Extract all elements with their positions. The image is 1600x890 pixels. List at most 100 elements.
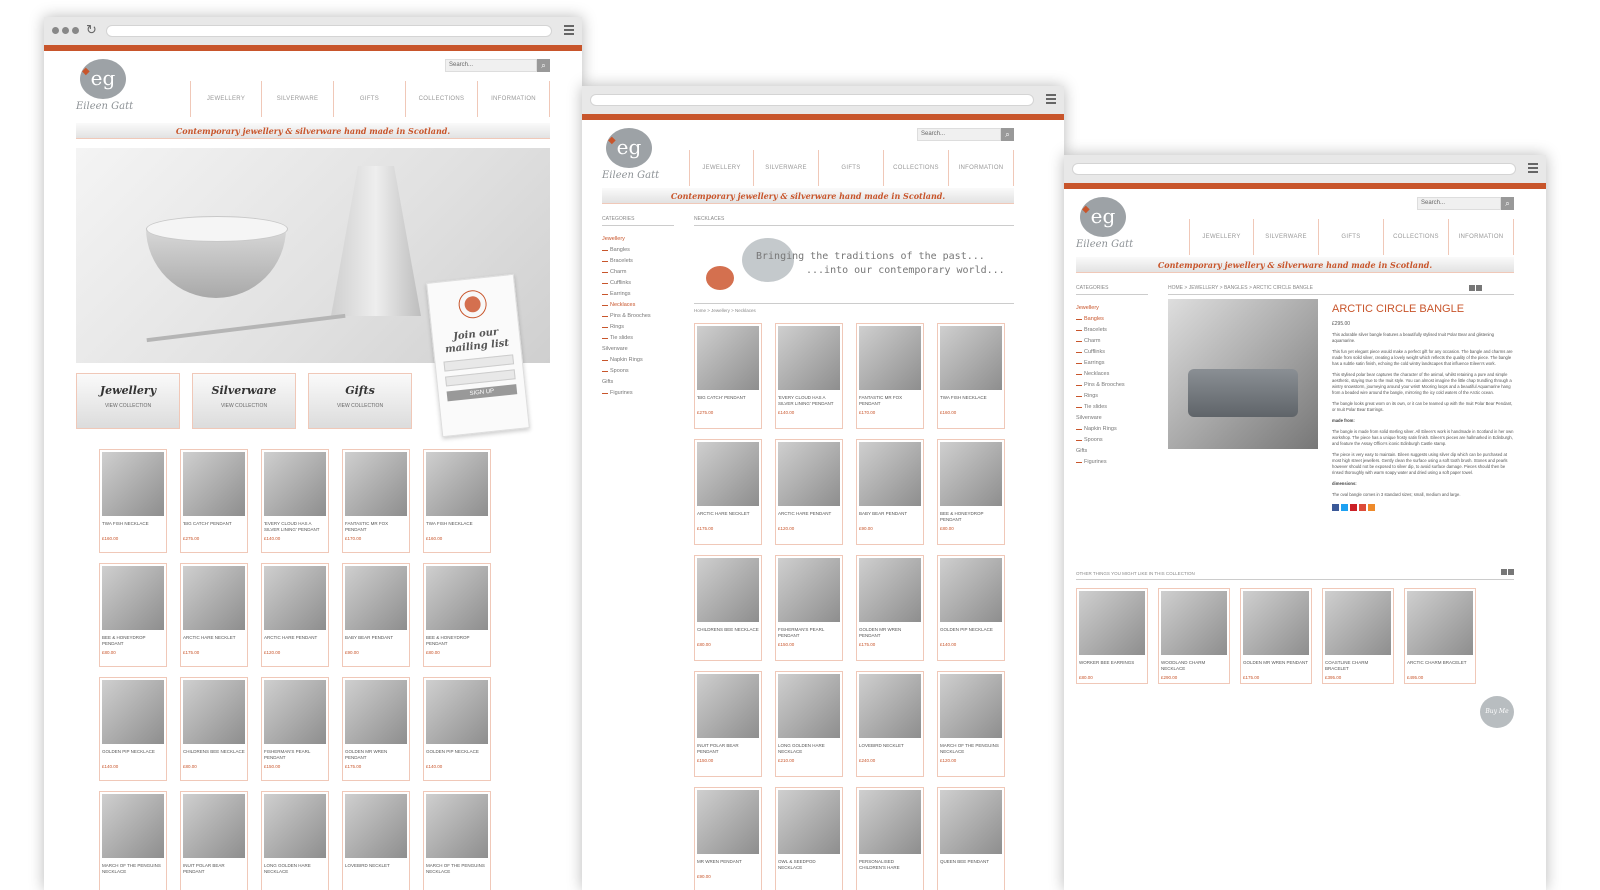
sidebar-item-napkin-rings[interactable]: Napkin Rings: [602, 355, 674, 366]
reload-icon[interactable]: ↻: [86, 23, 97, 38]
product-thumbnail[interactable]: [778, 326, 840, 390]
product-thumbnail[interactable]: [940, 674, 1002, 738]
product-card[interactable]: LONG GOLDEN HARE NECKLACE £210.00: [775, 671, 843, 777]
product-thumbnail[interactable]: [697, 326, 759, 390]
product-thumbnail[interactable]: [102, 794, 164, 858]
product-thumbnail[interactable]: [697, 790, 759, 854]
product-card[interactable]: GOLDEN MR WREN PENDANT £175.00: [1240, 588, 1312, 684]
product-card[interactable]: BEE & HONEYDROP PENDANT £80.00: [423, 563, 491, 667]
product-thumbnail[interactable]: [264, 680, 326, 744]
product-thumbnail[interactable]: [859, 674, 921, 738]
product-name[interactable]: FISHERMAN'S PEARL PENDANT: [264, 749, 326, 761]
product-card[interactable]: CHILDRENS BEE NECKLACE £80.00: [180, 677, 248, 781]
search-input[interactable]: Search...: [445, 59, 537, 72]
product-thumbnail[interactable]: [345, 566, 407, 630]
product-thumbnail[interactable]: [426, 452, 488, 516]
product-thumbnail[interactable]: [102, 452, 164, 516]
hamburger-menu-icon[interactable]: [1046, 94, 1056, 104]
product-name[interactable]: FISHERMAN'S PEARL PENDANT: [778, 627, 840, 639]
product-card[interactable]: 'BIG CATCH' PENDANT £275.00: [180, 449, 248, 553]
product-card[interactable]: ARCTIC HARE PENDANT £120.00: [261, 563, 329, 667]
product-card[interactable]: MARCH OF THE PENGUINS NECKLACE: [423, 791, 491, 890]
site-logo[interactable]: ◆ eg Eileen Gatt: [76, 59, 136, 112]
product-card[interactable]: WORKER BEE EARRINGS £80.00: [1076, 588, 1148, 684]
product-thumbnail[interactable]: [183, 794, 245, 858]
product-thumbnail[interactable]: [345, 452, 407, 516]
sidebar-item-bracelets[interactable]: Bracelets: [602, 256, 674, 267]
product-card[interactable]: COASTLINE CHARM BRACELET £395.00: [1322, 588, 1394, 684]
product-thumbnail[interactable]: [426, 794, 488, 858]
category-tile-silverware[interactable]: Silverware VIEW COLLECTION: [192, 373, 296, 429]
product-name[interactable]: GOLDEN MR WREN PENDANT: [345, 749, 407, 761]
product-thumbnail[interactable]: [697, 442, 759, 506]
sidebar-item-pins-brooches[interactable]: Pins & Brooches: [1076, 380, 1148, 391]
product-name[interactable]: FANTASTIC MR FOX PENDANT: [859, 395, 921, 407]
product-thumbnail[interactable]: [426, 566, 488, 630]
prev-arrow-icon[interactable]: [1469, 285, 1475, 291]
product-thumbnail[interactable]: [778, 442, 840, 506]
product-card[interactable]: FANTASTIC MR FOX PENDANT £170.00: [342, 449, 410, 553]
sidebar-item-pins-brooches[interactable]: Pins & Brooches: [602, 311, 674, 322]
nav-silverware[interactable]: SILVERWARE: [262, 81, 334, 117]
sidebar-item-jewellery[interactable]: Jewellery: [602, 234, 674, 245]
sidebar-item-figurines[interactable]: Figurines: [1076, 457, 1148, 468]
product-name[interactable]: PERSONALISED CHILDREN'S HARE NECKLACE: [859, 859, 921, 871]
search-icon[interactable]: ⌕: [537, 59, 550, 72]
sidebar-item-gifts[interactable]: Gifts: [1076, 446, 1148, 457]
sidebar-item-earrings[interactable]: Earrings: [1076, 358, 1148, 369]
product-thumbnail[interactable]: [859, 790, 921, 854]
nav-collections[interactable]: COLLECTIONS: [406, 81, 478, 117]
search-icon[interactable]: ⌕: [1001, 128, 1014, 141]
product-card[interactable]: BABY BEAR PENDANT £90.00: [856, 439, 924, 545]
product-thumbnail[interactable]: [940, 442, 1002, 506]
search-icon[interactable]: ⌕: [1501, 197, 1514, 210]
product-card[interactable]: TWA FISH NECKLACE £160.00: [99, 449, 167, 553]
address-bar[interactable]: [590, 94, 1034, 106]
product-thumbnail[interactable]: [345, 794, 407, 858]
mailing-name-field[interactable]: [443, 354, 515, 372]
product-card[interactable]: 'EVERY CLOUD HAS A SILVER LINING' PENDAN…: [775, 323, 843, 429]
product-name[interactable]: LOVEBIRD NECKLET: [345, 863, 407, 875]
product-card[interactable]: GOLDEN PIP NECKLACE £140.00: [937, 555, 1005, 661]
nav-gifts[interactable]: GIFTS: [819, 150, 884, 186]
buy-me-button[interactable]: Buy Me: [1480, 696, 1514, 728]
product-card[interactable]: GOLDEN MR WREN PENDANT £175.00: [342, 677, 410, 781]
product-thumbnail[interactable]: [940, 790, 1002, 854]
product-card[interactable]: BEE & HONEYDROP PENDANT £80.00: [99, 563, 167, 667]
sidebar-item-charm[interactable]: Charm: [602, 267, 674, 278]
sidebar-item-napkin-rings[interactable]: Napkin Rings: [1076, 424, 1148, 435]
product-name[interactable]: BEE & HONEYDROP PENDANT: [102, 635, 164, 647]
address-bar[interactable]: [1072, 163, 1516, 175]
nav-information[interactable]: INFORMATION: [478, 81, 550, 117]
product-name[interactable]: GOLDEN PIP NECKLACE: [426, 749, 488, 761]
product-thumbnail[interactable]: [1161, 591, 1227, 655]
next-arrow-icon[interactable]: [1476, 285, 1482, 291]
product-name[interactable]: LONG GOLDEN HARE NECKLACE: [264, 863, 326, 875]
product-name[interactable]: BEE & HONEYDROP PENDANT: [426, 635, 488, 647]
product-card[interactable]: CHILDRENS BEE NECKLACE £80.00: [694, 555, 762, 661]
product-card[interactable]: 'EVERY CLOUD HAS A SILVER LINING' PENDAN…: [261, 449, 329, 553]
product-name[interactable]: GOLDEN MR WREN PENDANT: [1243, 660, 1309, 672]
product-image[interactable]: [1168, 299, 1318, 449]
sidebar-item-cufflinks[interactable]: Cufflinks: [1076, 347, 1148, 358]
facebook-icon[interactable]: [1332, 504, 1339, 511]
product-thumbnail[interactable]: [1079, 591, 1145, 655]
product-thumbnail[interactable]: [697, 674, 759, 738]
nav-jewellery[interactable]: JEWELLERY: [689, 150, 754, 186]
product-name[interactable]: ARCTIC HARE PENDANT: [778, 511, 840, 523]
google-plus-icon[interactable]: [1359, 504, 1366, 511]
product-name[interactable]: BABY BEAR PENDANT: [345, 635, 407, 647]
product-name[interactable]: QUEEN BEE PENDANT: [940, 859, 1002, 871]
product-name[interactable]: LONG GOLDEN HARE NECKLACE: [778, 743, 840, 755]
product-card[interactable]: ARCTIC CHARM BRACELET £495.00: [1404, 588, 1476, 684]
product-name[interactable]: WORKER BEE EARRINGS: [1079, 660, 1145, 672]
product-card[interactable]: LONG GOLDEN HARE NECKLACE: [261, 791, 329, 890]
product-card[interactable]: LOVEBIRD NECKLET £240.00: [856, 671, 924, 777]
product-name[interactable]: 'BIG CATCH' PENDANT: [183, 521, 245, 533]
product-card[interactable]: OWL & SEEDPOD NECKLACE: [775, 787, 843, 890]
product-card[interactable]: ARCTIC HARE NECKLET £175.00: [180, 563, 248, 667]
product-thumbnail[interactable]: [264, 452, 326, 516]
pinterest-icon[interactable]: [1350, 504, 1357, 511]
sidebar-item-jewellery[interactable]: Jewellery: [1076, 303, 1148, 314]
product-thumbnail[interactable]: [778, 558, 840, 622]
